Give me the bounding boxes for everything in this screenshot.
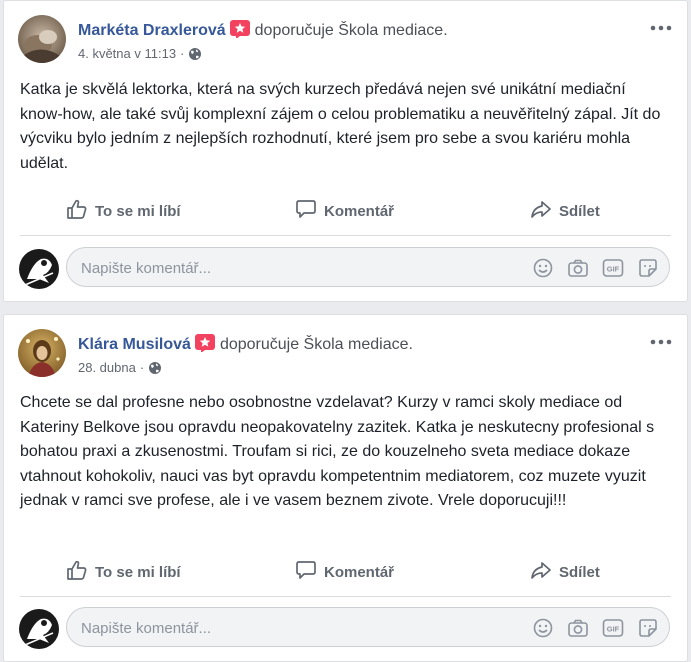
share-label: Sdílet xyxy=(559,202,600,220)
post-date[interactable]: 28. dubna xyxy=(78,360,136,375)
like-label: To se mi líbí xyxy=(95,563,181,581)
globe-icon xyxy=(188,47,202,61)
thumbs-up-icon xyxy=(66,559,95,585)
thumbs-up-icon xyxy=(66,198,95,224)
speech-bubble-icon xyxy=(295,559,324,585)
composer-icons: GIF xyxy=(519,257,659,279)
review-post: Klára Musilová doporučuje Škola mediace. … xyxy=(3,314,688,662)
post-actions: To se mi líbí Komentář Sdílet xyxy=(20,554,671,590)
post-text: Chcete se dal profesne nebo osobnostne v… xyxy=(20,394,655,509)
recommends-text: doporučuje Škola mediace. xyxy=(219,336,413,353)
more-options-icon[interactable] xyxy=(649,335,673,349)
recommend-star-icon xyxy=(229,20,250,39)
meta-separator: · xyxy=(139,360,145,375)
share-button[interactable]: Sdílet xyxy=(530,554,600,590)
comment-input[interactable] xyxy=(79,256,523,280)
post-date[interactable]: 4. května v 11:13 xyxy=(78,46,176,61)
author-avatar[interactable] xyxy=(18,329,66,377)
like-button[interactable]: To se mi líbí xyxy=(66,193,181,229)
share-button[interactable]: Sdílet xyxy=(530,193,600,229)
post-headline: Markéta Draxlerová doporučuje Škola media… xyxy=(78,20,448,40)
post-meta: 28. dubna · xyxy=(78,360,162,375)
current-user-avatar[interactable] xyxy=(19,249,59,289)
post-meta: 4. května v 11:13 · xyxy=(78,46,202,61)
emoji-icon[interactable] xyxy=(532,257,554,279)
comment-input-box[interactable]: GIF xyxy=(66,247,670,287)
post-headline: Klára Musilová doporučuje Škola mediace. xyxy=(78,334,413,354)
comment-input-box[interactable]: GIF xyxy=(66,607,670,647)
divider xyxy=(20,235,671,236)
comment-input[interactable] xyxy=(79,616,523,640)
sticker-icon[interactable] xyxy=(637,257,659,279)
author-name[interactable]: Klára Musilová xyxy=(78,336,191,353)
meta-separator: · xyxy=(180,46,185,61)
comment-composer: GIF xyxy=(18,606,673,650)
comment-composer: GIF xyxy=(18,246,673,290)
post-actions: To se mi líbí Komentář Sdílet xyxy=(20,193,671,229)
gif-icon[interactable]: GIF xyxy=(602,257,624,279)
post-text: Katka je skvělá lektorka, která na svých… xyxy=(20,81,661,172)
recommends-text: doporučuje Škola mediace. xyxy=(254,22,448,39)
review-post: Markéta Draxlerová doporučuje Škola media… xyxy=(3,0,688,302)
gif-label: GIF xyxy=(607,625,620,634)
share-arrow-icon xyxy=(530,559,559,585)
comment-label: Komentář xyxy=(324,202,395,220)
camera-icon[interactable] xyxy=(567,257,589,279)
recommend-star-icon xyxy=(194,334,215,353)
divider xyxy=(20,596,671,597)
like-button[interactable]: To se mi líbí xyxy=(66,554,181,590)
gif-label: GIF xyxy=(607,265,620,274)
post-header: Klára Musilová doporučuje Škola mediace. … xyxy=(18,329,677,377)
like-label: To se mi líbí xyxy=(95,202,181,220)
globe-icon xyxy=(148,361,162,375)
post-header: Markéta Draxlerová doporučuje Škola media… xyxy=(18,15,677,63)
current-user-avatar[interactable] xyxy=(19,609,59,649)
author-avatar[interactable] xyxy=(18,15,66,63)
comment-label: Komentář xyxy=(324,563,395,581)
comment-button[interactable]: Komentář xyxy=(295,554,394,590)
camera-icon[interactable] xyxy=(567,617,589,639)
composer-icons: GIF xyxy=(519,617,659,639)
share-arrow-icon xyxy=(530,198,559,224)
emoji-icon[interactable] xyxy=(532,617,554,639)
share-label: Sdílet xyxy=(559,563,600,581)
sticker-icon[interactable] xyxy=(637,617,659,639)
gif-icon[interactable]: GIF xyxy=(602,617,624,639)
comment-button[interactable]: Komentář xyxy=(295,193,394,229)
more-options-icon[interactable] xyxy=(649,21,673,35)
speech-bubble-icon xyxy=(295,198,324,224)
author-name[interactable]: Markéta Draxlerová xyxy=(78,22,226,39)
